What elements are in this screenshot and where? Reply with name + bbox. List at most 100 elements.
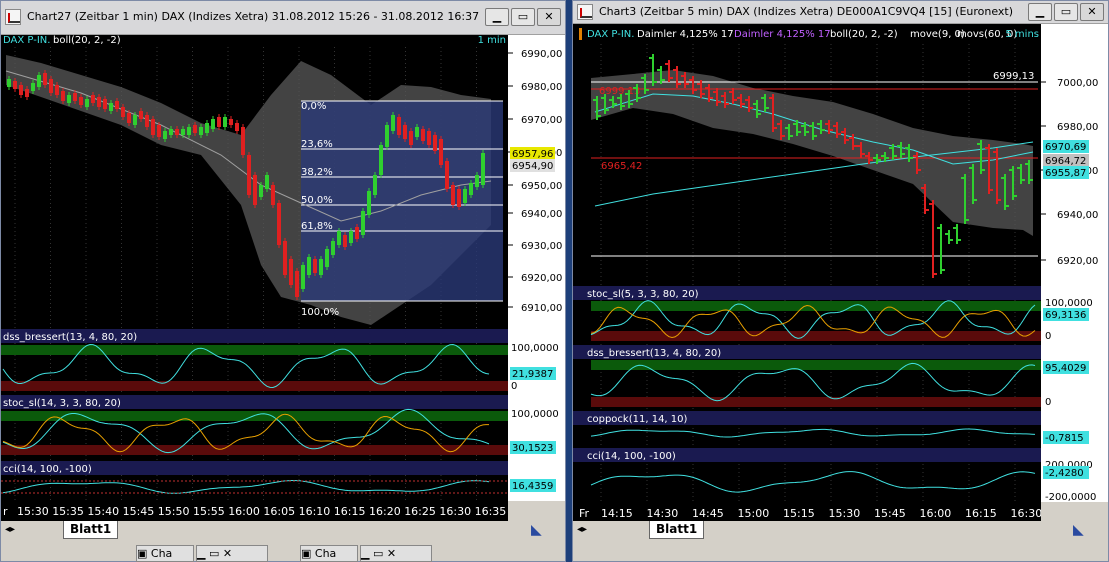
chart3-titlebar[interactable]: Chart3 (Zeitbar 5 min) DAX (Indizes Xetr… <box>573 1 1108 24</box>
chart3-plot-area[interactable]: DAX P-IN. Daimler 4,125% 17 Daimler 4,125%… <box>573 24 1108 521</box>
draw-tool-icon[interactable]: ◣ <box>1073 522 1084 538</box>
taskbar-label: Cha <box>314 547 337 560</box>
indicator-value: 21,9387 <box>512 369 553 380</box>
candle-body <box>397 117 401 135</box>
maximize-button[interactable]: ▭ <box>511 8 535 26</box>
candle-body <box>127 113 131 123</box>
candle-body <box>427 131 431 145</box>
candle-body <box>385 125 389 147</box>
tab-nav-icon[interactable]: ◂▸ <box>577 524 587 535</box>
taskbar-item-chart[interactable]: ▣ Cha <box>300 545 358 562</box>
candle-body <box>229 119 233 125</box>
candle-body <box>469 183 473 195</box>
tab-nav-icon[interactable]: ◂▸ <box>5 524 15 535</box>
candle-body <box>199 127 203 135</box>
time-axis-label: 15:45 <box>123 505 155 518</box>
maximize-button[interactable]: ▭ <box>1054 3 1078 21</box>
candle-body <box>457 189 461 207</box>
overbought-zone <box>591 301 1041 311</box>
candle-body <box>271 185 275 205</box>
candle-body <box>265 175 269 189</box>
indicator-label: stoc_sl(14, 3, 3, 80, 20) <box>3 398 121 409</box>
candle-body <box>211 119 215 129</box>
chart3-canvas[interactable]: DAX P-IN. Daimler 4,125% 17 Daimler 4,125%… <box>573 24 1108 521</box>
price-axis-label: 6950,00 <box>521 181 562 192</box>
candle-body <box>433 135 437 151</box>
candle-body <box>241 127 245 155</box>
price-axis-label: 6930,00 <box>521 241 562 252</box>
indicator-axis-label: 100,0000 <box>1045 298 1093 309</box>
candle-body <box>97 97 101 107</box>
level-label: 6999,13 <box>993 71 1034 82</box>
close-button[interactable]: ✕ <box>537 8 561 26</box>
axis-corner <box>1041 502 1108 521</box>
chart27-canvas[interactable]: DAX P-IN. boll(20, 2, -2) 1 min 0,0% 23,6% 38… <box>1 35 565 521</box>
candle-body <box>289 259 293 285</box>
taskbar-item-controls[interactable]: ▁ ▭ ✕ <box>360 545 432 562</box>
indicator-axis-label: -200,0000 <box>1045 492 1096 503</box>
fib-label: 23,6% <box>301 139 333 150</box>
price-tag-label: 6955,87 <box>1045 168 1086 179</box>
chart27-plot-area[interactable]: DAX P-IN. boll(20, 2, -2) 1 min 0,0% 23,6% 38… <box>1 35 565 521</box>
window-title: Chart3 (Zeitbar 5 min) DAX (Indizes Xetr… <box>599 5 1014 18</box>
candle-body <box>373 175 377 195</box>
indicator-value: 16,4359 <box>512 481 553 492</box>
legend-marker <box>579 28 582 40</box>
time-axis-label: 16:15 <box>965 507 997 520</box>
indicator-value: -2,4280 <box>1045 468 1084 479</box>
candle-body <box>145 115 149 127</box>
window-title: Chart27 (Zeitbar 1 min) DAX (Indizes Xet… <box>27 10 480 23</box>
legend-interval: 5 mins <box>1005 29 1039 40</box>
chart3-window[interactable]: Chart3 (Zeitbar 5 min) DAX (Indizes Xetr… <box>572 0 1109 562</box>
tab-blatt1[interactable]: Blatt1 <box>649 521 705 539</box>
indicator-axis-label: 100,0000 <box>511 343 559 354</box>
time-axis-label: 15:50 <box>158 505 190 518</box>
legend-series: Daimler 4,125% 17 <box>637 29 734 40</box>
time-axis-label: r <box>3 505 8 518</box>
candle-body <box>151 119 155 135</box>
draw-tool-icon[interactable]: ◣ <box>531 522 542 538</box>
price-axis-label: 6980,00 <box>521 82 562 93</box>
chart27-window[interactable]: Chart27 (Zeitbar 1 min) DAX (Indizes Xet… <box>0 0 566 562</box>
tab-blatt1[interactable]: Blatt1 <box>63 521 119 539</box>
candle-body <box>61 91 65 101</box>
taskbar-item-chart[interactable]: ▣ Cha <box>136 545 194 562</box>
candle-body <box>421 129 425 141</box>
time-axis-label: 15:35 <box>52 505 84 518</box>
legend-interval: 1 min <box>478 35 506 46</box>
candle-body <box>367 191 371 215</box>
taskbar-item-controls[interactable]: ▁ ▭ ✕ <box>196 545 268 562</box>
time-axis-label: 16:30 <box>439 505 471 518</box>
chart-app-icon: ▣ <box>301 547 312 560</box>
legend-symbol: DAX P-IN. <box>587 29 634 40</box>
candle-body <box>91 95 95 103</box>
indicator-label: stoc_sl(5, 3, 3, 80, 20) <box>587 289 699 300</box>
candle-body <box>43 73 47 85</box>
oversold-zone <box>1 381 508 391</box>
price-axis-label: 6920,00 <box>521 273 562 284</box>
time-axis-label: 16:35 <box>475 505 507 518</box>
candle-body <box>79 97 83 105</box>
chart27-titlebar[interactable]: Chart27 (Zeitbar 1 min) DAX (Indizes Xet… <box>1 1 565 35</box>
chart-app-icon: ▣ <box>137 547 148 560</box>
minimize-button[interactable]: ▁ <box>485 8 509 26</box>
candle-body <box>277 203 281 245</box>
candle-body <box>205 123 209 133</box>
candle-body <box>349 231 353 243</box>
candle-body <box>175 129 179 135</box>
candle-body <box>19 85 23 95</box>
indicator-value: 30,1523 <box>512 443 553 454</box>
close-button[interactable]: ✕ <box>1080 3 1104 21</box>
candle-body <box>247 155 251 195</box>
time-axis-label: 15:55 <box>193 505 225 518</box>
legend-symbol: DAX P-IN. <box>3 35 50 46</box>
price-tag-label: 6954,90 <box>512 161 553 172</box>
oversold-zone <box>591 331 1041 341</box>
minimize-button[interactable]: ▁ <box>1028 3 1052 21</box>
price-axis-label: 6990,00 <box>521 49 562 60</box>
candle-body <box>49 79 53 93</box>
price-axis-label: 6940,00 <box>521 209 562 220</box>
candle-body <box>25 89 29 97</box>
chart-app-icon <box>577 4 593 20</box>
candle-body <box>13 81 17 89</box>
